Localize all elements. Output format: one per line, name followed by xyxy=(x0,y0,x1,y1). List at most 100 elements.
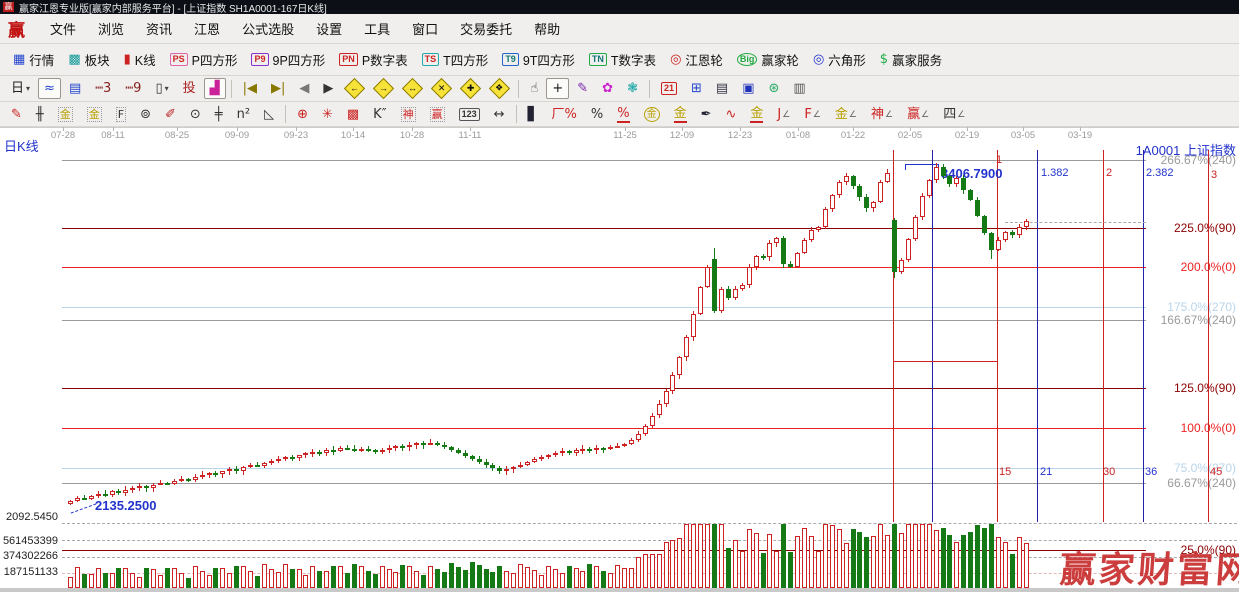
first-bar-button[interactable]: |◀ xyxy=(237,78,263,99)
notepad-button[interactable]: ▤ xyxy=(710,78,734,99)
menu-item-2[interactable]: 资讯 xyxy=(135,15,183,42)
square-web-button[interactable]: ▩ xyxy=(341,104,365,125)
span-arrows-button[interactable]: ↔ xyxy=(488,104,511,125)
gold-line-button[interactable]: 金 xyxy=(668,103,693,126)
indicator-9-button[interactable]: ┉9 xyxy=(119,78,147,99)
ink-brush-button[interactable]: ✒ xyxy=(695,104,718,125)
gold-circle-button[interactable]: 金 xyxy=(638,104,666,125)
quotes-button[interactable]: ▦行情 xyxy=(7,47,60,72)
spiral-button[interactable]: ⊚ xyxy=(134,104,157,125)
calendar-button[interactable]: 21 xyxy=(655,79,683,98)
pan-hand-button[interactable]: ☝ xyxy=(524,78,544,99)
menu-item-8[interactable]: 交易委托 xyxy=(449,15,523,42)
volume-bar xyxy=(262,564,267,588)
next-bar-button[interactable]: ▶ xyxy=(317,78,339,99)
p-square-button[interactable]: PSP四方形 xyxy=(164,47,244,72)
candle-body xyxy=(906,239,911,261)
world-clock-button[interactable]: ⊛ xyxy=(762,78,785,99)
draw-pen-button[interactable]: ✎ xyxy=(5,104,28,125)
gann-wheel-button[interactable]: ◎江恩轮 xyxy=(664,47,729,72)
ying-grid-button[interactable]: 赢 xyxy=(424,104,451,125)
candle-style-button[interactable]: ▯▾ xyxy=(149,78,174,99)
measure-button[interactable]: ✎ xyxy=(571,78,594,99)
gann-diamond-star-button[interactable]: ❖ xyxy=(486,78,513,99)
si-angle-button[interactable]: 四∠ xyxy=(937,104,971,125)
winner-wheel-button[interactable]: Big赢家轮 xyxy=(731,47,805,72)
p-number-button[interactable]: PNP数字表 xyxy=(333,47,413,72)
save-button[interactable]: ▣ xyxy=(736,78,760,99)
calculator-button[interactable]: ⊞ xyxy=(685,78,708,99)
menu-item-0[interactable]: 文件 xyxy=(39,15,87,42)
histogram-button[interactable]: ▟ xyxy=(204,78,226,99)
target-button[interactable]: ⊕ xyxy=(291,104,314,125)
knot-tool-button[interactable]: ❃ xyxy=(621,78,644,99)
time-scale-button[interactable]: ╪ xyxy=(209,104,229,125)
curve-chart-button[interactable]: ≈ xyxy=(38,78,61,99)
t9-square-button[interactable]: T99T四方形 xyxy=(496,47,581,72)
p9-square-button[interactable]: P99P四方形 xyxy=(245,47,331,72)
info-doc-button[interactable]: ▤ xyxy=(63,78,87,99)
angle-ruler-button[interactable]: ◺ xyxy=(258,104,280,125)
flower-tool-button[interactable]: ✿ xyxy=(596,78,619,99)
brush-button[interactable]: ✐ xyxy=(159,104,182,125)
grid-123-button[interactable]: 123 xyxy=(453,105,486,124)
candle-body xyxy=(317,452,322,454)
last-bar-button[interactable]: ▶| xyxy=(265,78,291,99)
f-grid-button[interactable]: F xyxy=(110,104,132,125)
gold-grid2-button[interactable]: 金 xyxy=(81,104,108,125)
winner-service-button[interactable]: $赢家服务 xyxy=(874,47,948,72)
chart-canvas[interactable]: 日K线 1A0001 上证指数 07-2808-1108-2509-0909-2… xyxy=(0,127,1239,592)
menu-item-1[interactable]: 浏览 xyxy=(87,15,135,42)
ying-angle-button[interactable]: 赢∠ xyxy=(901,104,935,125)
volume-bar xyxy=(234,566,239,588)
shen-angle-button[interactable]: 神∠ xyxy=(865,104,899,125)
gold-angle-button[interactable]: 金∠ xyxy=(829,104,863,125)
kline-button[interactable]: ▮K线 xyxy=(118,47,162,72)
sectors-button[interactable]: ▩板块 xyxy=(62,47,115,72)
menu-item-9[interactable]: 帮助 xyxy=(523,15,571,42)
price-scale-button[interactable]: ╫ xyxy=(30,104,50,125)
strength-pct-button-icon: 厂% xyxy=(552,107,577,122)
print-button[interactable]: ▥ xyxy=(787,78,811,99)
gold-grid-button[interactable]: 金 xyxy=(52,104,79,125)
report-button[interactable]: 投 xyxy=(177,78,202,99)
percent-button[interactable]: % xyxy=(585,104,609,125)
menu-item-3[interactable]: 江恩 xyxy=(183,15,231,42)
volume-bar xyxy=(518,564,523,588)
menu-item-4[interactable]: 公式选股 xyxy=(231,15,305,42)
t-square-button-icon: TS xyxy=(422,53,440,66)
menu-item-6[interactable]: 工具 xyxy=(353,15,401,42)
indicator-3-button[interactable]: ┉3 xyxy=(89,78,117,99)
percent-line-button[interactable]: % xyxy=(611,103,635,126)
gann-circle-button[interactable]: ⊙ xyxy=(184,104,207,125)
t-number-button[interactable]: TNT数字表 xyxy=(583,47,662,72)
volume-bar xyxy=(754,533,759,588)
strength-pct-button[interactable]: 厂% xyxy=(546,104,583,125)
layout-button[interactable]: 日▾ xyxy=(5,78,36,99)
star-web-button[interactable]: ✳ xyxy=(316,104,339,125)
k-doubleline-button[interactable]: K″ xyxy=(367,104,392,125)
date-label: 09-09 xyxy=(225,130,249,141)
gann-diamond-h-button[interactable]: ↔ xyxy=(399,78,426,99)
prev-bar-button[interactable]: ◀ xyxy=(293,78,315,99)
horizontal-scrollbar[interactable] xyxy=(0,588,1239,592)
gann-diamond-right-button[interactable]: → xyxy=(370,78,397,99)
menu-item-7[interactable]: 窗口 xyxy=(401,15,449,42)
t-square-button[interactable]: TST四方形 xyxy=(416,47,495,72)
menu-item-5[interactable]: 设置 xyxy=(305,15,353,42)
n-square-button[interactable]: n² xyxy=(231,104,256,125)
f-grid-button-icon: F xyxy=(116,107,126,122)
gann-diamond-x-button[interactable]: ✕ xyxy=(428,78,455,99)
j-angle-button[interactable]: J∠ xyxy=(771,104,796,125)
stat-bars-button[interactable]: ▋ xyxy=(522,104,544,125)
gann-diamond-plus-button[interactable]: ✚ xyxy=(457,78,484,99)
gold-line2-button[interactable]: 金 xyxy=(744,103,769,126)
hexagon-button[interactable]: ◎六角形 xyxy=(807,47,872,72)
gann-diamond-left-button[interactable]: ← xyxy=(341,78,368,99)
f-angle-button[interactable]: F∠ xyxy=(798,104,827,125)
volume-bar xyxy=(421,575,426,588)
shen-grid-button[interactable]: 神 xyxy=(395,104,422,125)
crosshair-button[interactable]: + xyxy=(546,78,569,99)
date-label: 10-28 xyxy=(400,130,424,141)
wave-a-button[interactable]: ∿ xyxy=(720,104,743,125)
